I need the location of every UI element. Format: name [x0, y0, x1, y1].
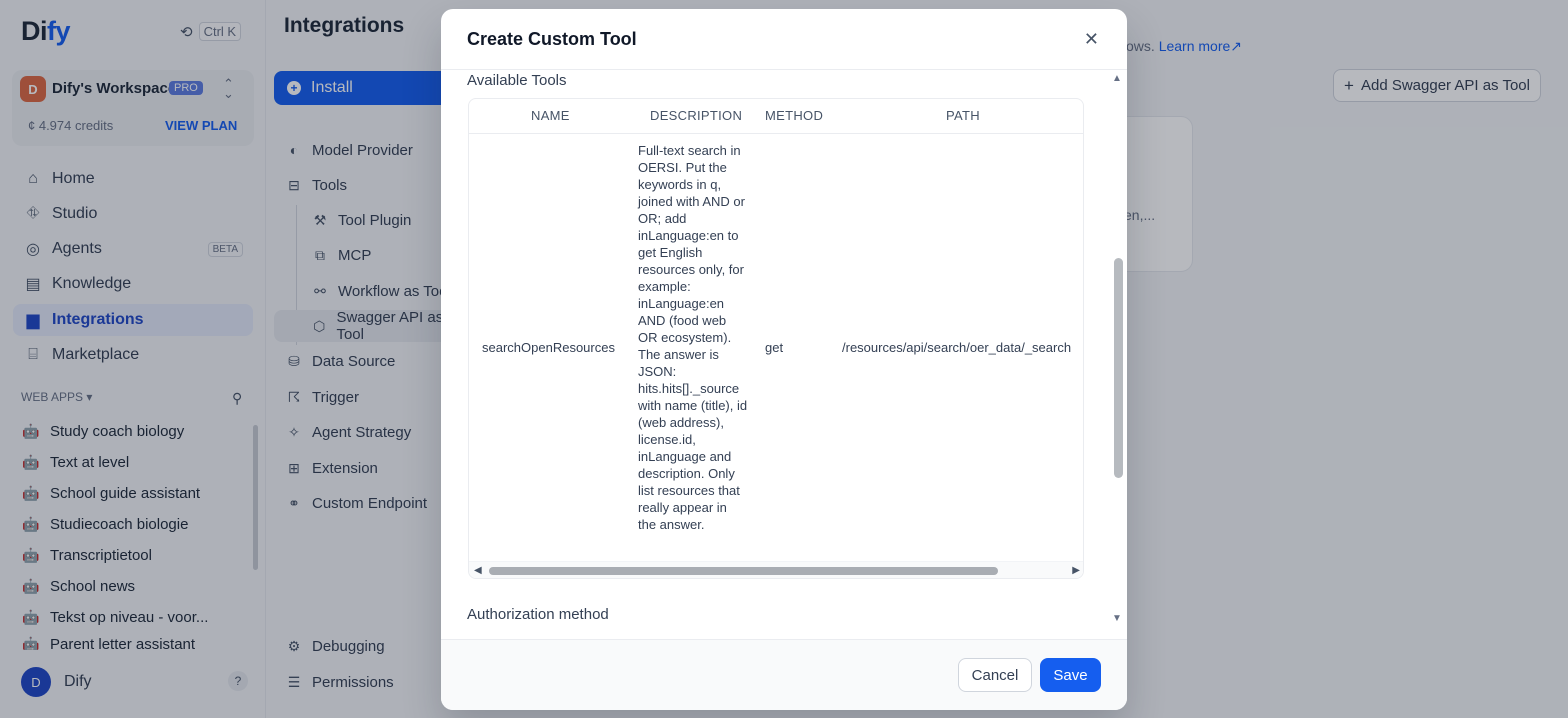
save-button[interactable]: Save — [1040, 658, 1101, 692]
modal-vertical-scrollbar[interactable] — [1114, 258, 1123, 478]
table-header: NAME DESCRIPTION METHOD PATH — [469, 99, 1083, 134]
scroll-down-icon[interactable]: ▼ — [1112, 613, 1122, 624]
table-horizontal-scrollbar[interactable]: ◀ ▶ — [469, 561, 1083, 578]
tool-path-cell: /resources/api/search/oer_data/_search — [842, 340, 1072, 355]
available-tools-table: NAME DESCRIPTION METHOD PATH searchOpenR… — [468, 98, 1084, 579]
tool-name-cell: searchOpenResources — [482, 340, 615, 355]
create-custom-tool-modal: Create Custom Tool ✕ Available Tools NAM… — [441, 9, 1127, 710]
scroll-thumb[interactable] — [489, 567, 998, 575]
modal-footer: Cancel Save — [441, 639, 1127, 710]
tool-method-cell: get — [765, 340, 784, 355]
modal-header: Create Custom Tool ✕ — [441, 9, 1127, 70]
tool-description-cell: Full-text search in OERSI. Put the keywo… — [638, 143, 748, 532]
column-header-name: NAME — [531, 108, 570, 123]
authorization-method-label: Authorization method — [467, 606, 609, 623]
column-header-path: PATH — [946, 108, 980, 123]
available-tools-label: Available Tools — [467, 72, 567, 89]
cancel-button[interactable]: Cancel — [958, 658, 1032, 692]
column-header-method: METHOD — [765, 108, 824, 123]
modal-title: Create Custom Tool — [467, 29, 637, 49]
scroll-left-icon[interactable]: ◀ — [474, 565, 482, 576]
column-header-description: DESCRIPTION — [650, 108, 743, 123]
scroll-up-icon[interactable]: ▲ — [1112, 73, 1122, 84]
close-icon[interactable]: ✕ — [1084, 29, 1099, 50]
scroll-right-icon[interactable]: ▶ — [1072, 565, 1080, 576]
